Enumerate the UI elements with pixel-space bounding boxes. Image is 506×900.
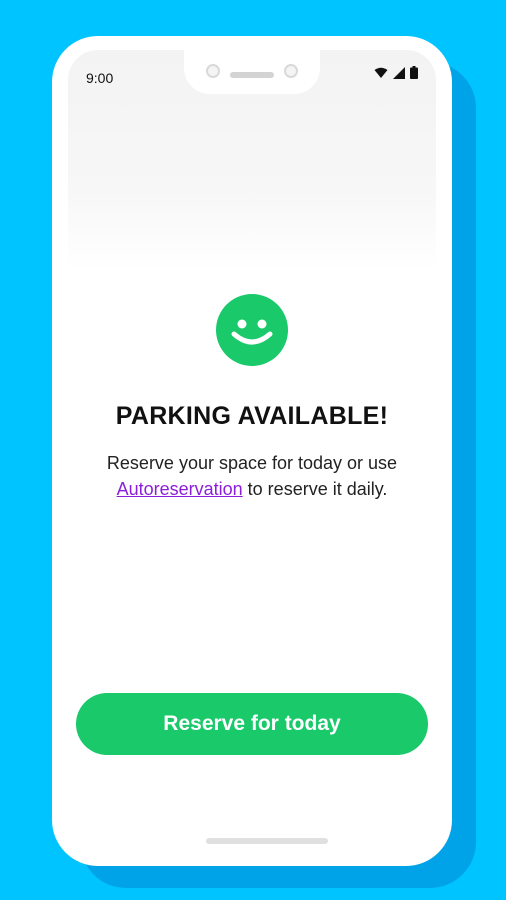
sensor bbox=[284, 64, 298, 78]
front-camera bbox=[206, 64, 220, 78]
battery-icon bbox=[410, 66, 418, 79]
autoreservation-link[interactable]: Autoreservation bbox=[117, 479, 243, 499]
status-time: 9:00 bbox=[86, 70, 114, 86]
home-indicator[interactable] bbox=[206, 838, 328, 844]
smiley-face-icon bbox=[216, 294, 288, 366]
description-after-link: to reserve it daily. bbox=[242, 479, 388, 499]
page-title: PARKING AVAILABLE! bbox=[115, 402, 389, 430]
app-screen: 9:00 PARKING AVAILABLE! Reserve your spa… bbox=[68, 50, 436, 854]
status-icons bbox=[374, 66, 418, 79]
description-text: Reserve your space for today or use Auto… bbox=[92, 450, 412, 502]
phone-frame: 9:00 PARKING AVAILABLE! Reserve your spa… bbox=[52, 36, 452, 866]
wifi-icon bbox=[374, 67, 388, 78]
signal-icon bbox=[393, 66, 405, 79]
phone-notch bbox=[184, 50, 320, 94]
description-before-link: Reserve your space for today or use bbox=[106, 453, 398, 473]
reserve-for-today-button[interactable]: Reserve for today bbox=[76, 693, 428, 755]
earpiece-speaker bbox=[230, 72, 274, 78]
